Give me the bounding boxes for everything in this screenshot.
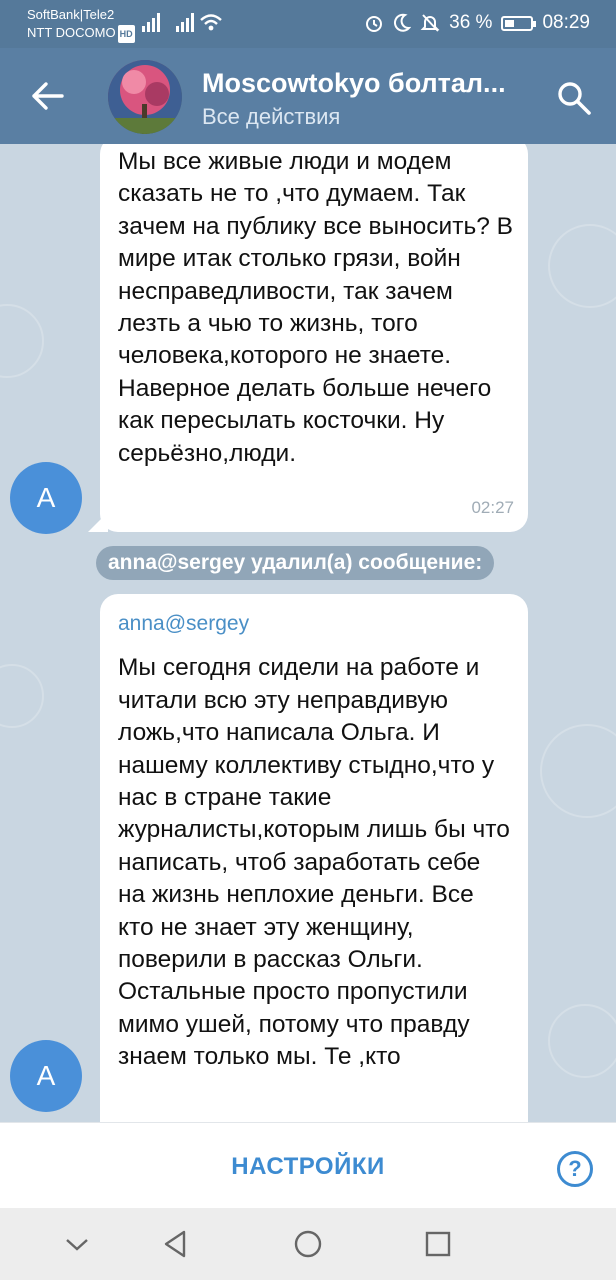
help-circle-icon[interactable]: ?	[557, 1151, 593, 1187]
search-icon[interactable]	[556, 80, 592, 116]
tree-photo	[108, 60, 182, 134]
bottom-bar: НАСТРОЙКИ ?	[0, 1122, 616, 1209]
system-nav-bar	[0, 1208, 616, 1280]
chat-subtitle: Все действия	[202, 104, 341, 129]
group-avatar[interactable]	[108, 60, 182, 134]
carrier-line-2: NTT DOCOMO	[27, 25, 116, 40]
wifi-icon	[200, 14, 222, 31]
status-bar: SoftBank|Tele2 NTT DOCOMO HD 36 % 08:29	[0, 0, 616, 48]
chat-header: Moscowtokyo болтал... Все действия	[0, 48, 616, 144]
avatar[interactable]: A	[10, 462, 82, 534]
home-circle-icon[interactable]	[292, 1228, 324, 1260]
background-doodle	[0, 304, 44, 378]
message-text: Мы сегодня сидели на работе и читали всю…	[118, 654, 510, 1071]
battery-percent: 36 %	[449, 12, 493, 33]
background-doodle	[548, 1004, 616, 1078]
mute-bell-icon	[420, 14, 440, 32]
recents-square-icon[interactable]	[422, 1228, 454, 1260]
signal-icon	[142, 13, 160, 32]
hd-badge: HD	[117, 24, 135, 43]
moon-icon	[394, 13, 412, 32]
background-doodle	[0, 664, 44, 728]
message-bubble[interactable]: Мы все живые люди и модем сказать не то …	[100, 144, 528, 532]
sender-name[interactable]: anna@sergey	[100, 594, 528, 640]
signal-icon	[176, 13, 194, 32]
carrier-info: SoftBank|Tele2 NTT DOCOMO HD	[27, 6, 135, 43]
background-doodle	[548, 224, 616, 308]
carrier-line-1: SoftBank|Tele2	[27, 7, 115, 22]
background-doodle	[540, 724, 616, 818]
service-message: anna@sergey удалил(а) сообщение:	[96, 546, 495, 580]
arrow-left-icon[interactable]	[30, 74, 66, 118]
message-time: 02:27	[471, 497, 514, 517]
collapse-icon[interactable]	[61, 1228, 93, 1260]
back-triangle-icon[interactable]	[160, 1228, 192, 1260]
message-text: Мы все живые люди и модем сказать не то …	[118, 148, 513, 467]
status-right: 36 % 08:29	[364, 12, 590, 34]
battery-icon	[501, 15, 537, 31]
avatar[interactable]: A	[10, 1040, 82, 1112]
chat-title[interactable]: Moscowtokyo болтал...	[202, 68, 506, 99]
bubble-tail	[88, 512, 108, 532]
status-time: 08:29	[542, 12, 590, 33]
message-bubble[interactable]: anna@sergey Мы сегодня сидели на работе …	[100, 594, 528, 1122]
settings-button[interactable]: НАСТРОЙКИ	[0, 1153, 616, 1181]
alarm-icon	[366, 16, 383, 32]
chat-area[interactable]: Мы все живые люди и модем сказать не то …	[0, 144, 616, 1122]
